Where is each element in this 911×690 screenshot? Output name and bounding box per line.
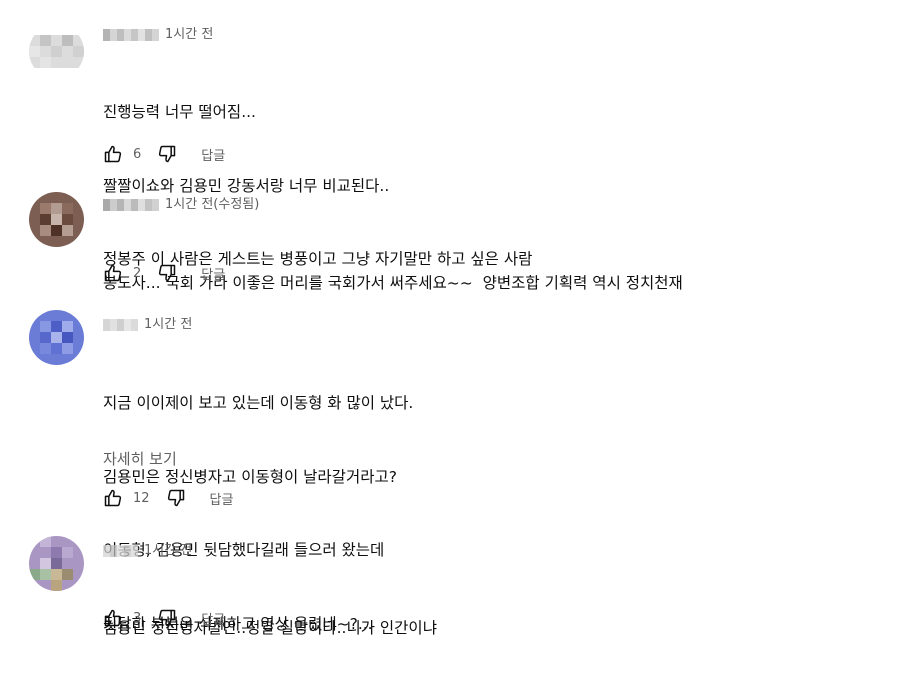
thumbs-down-icon[interactable] (164, 486, 188, 510)
author-name-blurred[interactable] (103, 29, 159, 41)
thumbs-down-icon[interactable] (155, 142, 179, 166)
comment-meta: 1시간 전(수정됨) (103, 196, 259, 214)
comment-actions: 3 답글 (101, 606, 225, 630)
comment-time[interactable]: 1시간 전(수정됨) (165, 196, 259, 214)
author-name-blurred[interactable] (103, 319, 138, 331)
reply-button[interactable]: 답글 (210, 489, 234, 508)
thumbs-up-icon[interactable] (101, 606, 125, 630)
thumbs-down-icon[interactable] (155, 261, 179, 285)
thumbs-up-icon[interactable] (101, 261, 125, 285)
reply-button[interactable]: 답글 (201, 264, 225, 283)
reply-button[interactable]: 답글 (201, 145, 225, 164)
avatar[interactable] (29, 310, 84, 365)
like-count: 6 (133, 146, 142, 162)
show-more-link[interactable]: 자세히 보기 (103, 448, 177, 470)
author-name-blurred[interactable] (103, 199, 159, 211)
comment-time[interactable]: 1시간 전 (144, 542, 192, 560)
like-count: 12 (133, 490, 150, 506)
comment-meta: 1시간 전 (103, 542, 192, 560)
comment-actions: 12 답글 (101, 486, 233, 510)
like-count: 3 (133, 610, 142, 626)
like-count: 2 (133, 265, 142, 281)
avatar[interactable] (29, 536, 84, 591)
reply-button[interactable]: 답글 (201, 609, 225, 628)
comment-actions: 6 답글 (101, 142, 225, 166)
avatar[interactable] (29, 192, 84, 247)
thumbs-up-icon[interactable] (101, 486, 125, 510)
thumbs-down-icon[interactable] (155, 606, 179, 630)
thumbs-up-icon[interactable] (101, 142, 125, 166)
avatar[interactable] (29, 24, 84, 79)
comment-meta: 1시간 전 (103, 316, 192, 334)
comment-time[interactable]: 1시간 전 (144, 316, 192, 334)
comment-meta: 1시간 전 (103, 26, 213, 44)
comment-time[interactable]: 1시간 전 (165, 26, 213, 44)
author-name-blurred[interactable] (103, 545, 138, 557)
comment-actions: 2 답글 (101, 261, 225, 285)
